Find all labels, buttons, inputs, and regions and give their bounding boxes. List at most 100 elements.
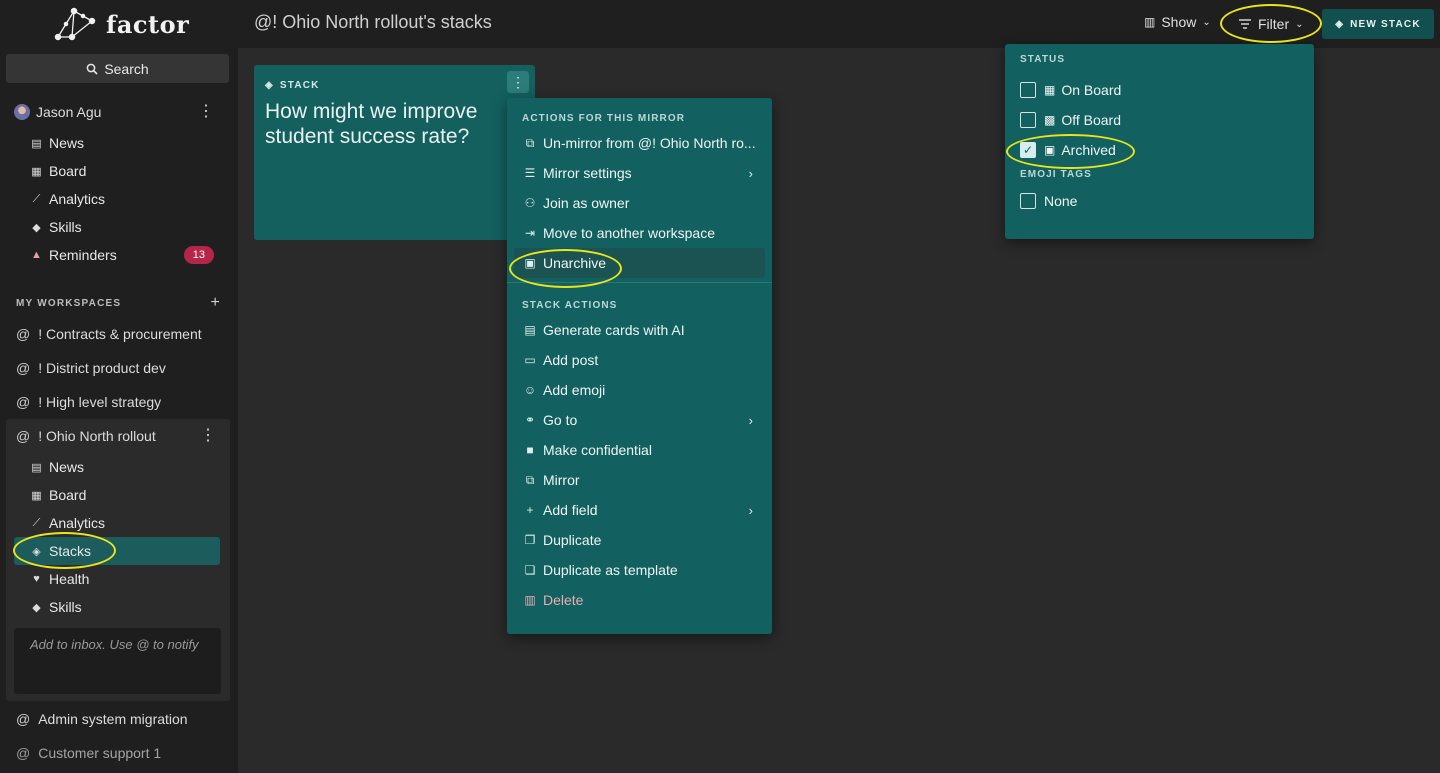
user-name: Jason Agu xyxy=(36,104,102,120)
kebab-icon: ⋮ xyxy=(511,73,525,90)
menu-item-add-post[interactable]: ▭ Add post xyxy=(514,345,765,375)
news-icon: ▤ xyxy=(31,461,42,474)
workspace-item[interactable]: @ Customer support 1 xyxy=(16,741,226,765)
user-kebab-icon[interactable]: ⋮ xyxy=(198,104,214,120)
menu-item-add-field[interactable]: + Add field › xyxy=(514,495,765,525)
skills-icon: ◆ xyxy=(32,601,41,614)
nav-item-reminders[interactable]: ▲ Reminders 13 xyxy=(30,241,220,269)
menu-item-label: Join as owner xyxy=(543,195,630,211)
card-title: How might we improve student success rat… xyxy=(265,100,478,148)
at-icon: @ xyxy=(16,360,31,376)
nav-label: Analytics xyxy=(49,515,106,531)
workspace-item[interactable]: @ Admin system migration xyxy=(16,707,226,731)
workspaces-label: MY WORKSPACES xyxy=(16,298,122,309)
active-workspace-item[interactable]: @ ! Ohio North rollout ⋮ xyxy=(16,424,226,448)
unmirror-icon: ⧉ xyxy=(525,135,535,150)
my-workspaces-header: MY WORKSPACES + xyxy=(16,294,221,312)
menu-divider xyxy=(507,282,772,283)
new-stack-button[interactable]: ◈ NEW STACK xyxy=(1322,9,1434,39)
filter-button[interactable]: Filter ⌄ xyxy=(1228,10,1314,38)
workspace-label: ! Ohio North rollout xyxy=(38,428,156,444)
workspace-label: ! Contracts & procurement xyxy=(38,326,202,342)
filter-option-archived[interactable]: ✓ ▣ Archived xyxy=(1005,135,1314,165)
menu-item-label: Add post xyxy=(543,352,599,368)
logo[interactable]: factor xyxy=(52,6,189,42)
board-icon: ▦ xyxy=(31,489,42,502)
topbar: @! Ohio North rollout's stacks ▥ Show ⌄ … xyxy=(238,0,1440,48)
workspace-item[interactable]: @ ! District product dev xyxy=(16,356,226,380)
card-kebab-button[interactable]: ⋮ xyxy=(507,71,529,93)
menu-item-unmirror[interactable]: ⧉ Un-mirror from @! Ohio North ro... xyxy=(514,128,765,158)
search-label: Search xyxy=(104,60,149,77)
menu-item-unarchive[interactable]: ▣ Unarchive xyxy=(514,248,765,278)
analytics-icon: ⟋ xyxy=(32,192,41,205)
at-icon: @ xyxy=(16,745,31,761)
menu-item-label: Unarchive xyxy=(543,255,607,271)
checkbox[interactable] xyxy=(1020,82,1036,98)
menu-section-title: STACK ACTIONS xyxy=(522,299,618,311)
menu-item-confidential[interactable]: ■ Make confidential xyxy=(514,435,765,465)
checkbox[interactable] xyxy=(1020,193,1036,209)
menu-item-join-owner[interactable]: ⚇ Join as owner xyxy=(514,188,765,218)
menu-item-label: Un-mirror from @! Ohio North ro... xyxy=(543,135,756,151)
menu-item-delete[interactable]: ▥ Delete xyxy=(514,585,765,615)
menu-item-go-to[interactable]: ⚭ Go to › xyxy=(514,405,765,435)
workspace-item[interactable]: @ ! Contracts & procurement xyxy=(16,322,226,346)
chevron-right-icon: › xyxy=(748,412,753,428)
workspace-kebab-icon[interactable]: ⋮ xyxy=(200,428,216,444)
menu-item-add-emoji[interactable]: ☺ Add emoji xyxy=(514,375,765,405)
menu-item-label: Delete xyxy=(543,592,584,608)
filter-option-none[interactable]: None xyxy=(1005,186,1314,216)
filter-option-off-board[interactable]: ▩ Off Board xyxy=(1005,105,1314,135)
post-icon: ▭ xyxy=(524,353,536,367)
nav-item-stacks[interactable]: ◈ Stacks xyxy=(14,537,220,565)
nav-item-health[interactable]: ♥ Health xyxy=(30,565,220,593)
checkbox-checked[interactable]: ✓ xyxy=(1020,142,1036,158)
stack-card[interactable]: ◈ STACK How might we improve student suc… xyxy=(254,65,535,240)
archive-icon: ▣ xyxy=(1044,143,1056,157)
menu-item-mirror[interactable]: ⧉ Mirror xyxy=(514,465,765,495)
nav-item-board[interactable]: ▦ Board xyxy=(30,157,220,185)
filter-option-on-board[interactable]: ▦ On Board xyxy=(1005,75,1314,105)
menu-item-mirror-settings[interactable]: ☰ Mirror settings › xyxy=(514,158,765,188)
checkbox[interactable] xyxy=(1020,112,1036,128)
menu-item-label: Mirror settings xyxy=(543,165,632,181)
nav-item-analytics[interactable]: ⟋ Analytics xyxy=(30,509,220,537)
nav-label: Stacks xyxy=(49,543,92,559)
menu-item-label: Go to xyxy=(543,412,578,428)
stacks-icon: ◈ xyxy=(32,545,41,558)
menu-item-move-workspace[interactable]: ⇥ Move to another workspace xyxy=(514,218,765,248)
menu-item-duplicate[interactable]: ❐ Duplicate xyxy=(514,525,765,555)
add-workspace-icon[interactable]: + xyxy=(210,294,221,312)
menu-item-generate-ai[interactable]: ▤ Generate cards with AI xyxy=(514,315,765,345)
card-tag-label: STACK xyxy=(279,80,320,91)
nav-item-skills[interactable]: ◆ Skills xyxy=(30,213,220,241)
nav-item-news[interactable]: ▤ News xyxy=(30,129,220,157)
filter-icon xyxy=(1239,19,1251,29)
nav-item-skills[interactable]: ◆ Skills xyxy=(30,593,220,621)
workspace-item[interactable]: @ ! High level strategy xyxy=(16,390,226,414)
personal-nav: ▤ News ▦ Board ⟋ Analytics ◆ Skills ▲ Reminde… xyxy=(30,129,220,269)
search-icon xyxy=(86,63,98,75)
inbox-input[interactable]: Add to inbox. Use @ to notify xyxy=(14,628,221,694)
filter-option-label: Archived xyxy=(1061,142,1116,158)
user-menu[interactable]: Jason Agu ⋮ xyxy=(14,101,224,123)
plus-icon: + xyxy=(526,503,534,517)
nav-item-analytics[interactable]: ⟋ Analytics xyxy=(30,185,220,213)
nav-label: Skills xyxy=(49,599,82,615)
nav-item-board[interactable]: ▦ Board xyxy=(30,481,220,509)
filter-option-label: Off Board xyxy=(1061,112,1122,128)
search-button[interactable]: Search xyxy=(6,54,229,83)
skills-icon: ◆ xyxy=(32,221,41,234)
nav-label: Board xyxy=(49,163,87,179)
sliders-icon: ☰ xyxy=(524,166,536,180)
board-icon: ▦ xyxy=(1044,83,1056,97)
page-title-text: ! Ohio North rollout's stacks xyxy=(272,12,492,32)
show-button[interactable]: ▥ Show ⌄ xyxy=(1144,14,1211,30)
stack-icon: ◈ xyxy=(1335,18,1345,30)
filter-option-label: None xyxy=(1044,193,1078,209)
nav-item-news[interactable]: ▤ News xyxy=(30,453,220,481)
menu-item-label: Move to another workspace xyxy=(543,225,715,241)
factor-logo-icon xyxy=(54,7,96,41)
menu-item-duplicate-template[interactable]: ❏ Duplicate as template xyxy=(514,555,765,585)
